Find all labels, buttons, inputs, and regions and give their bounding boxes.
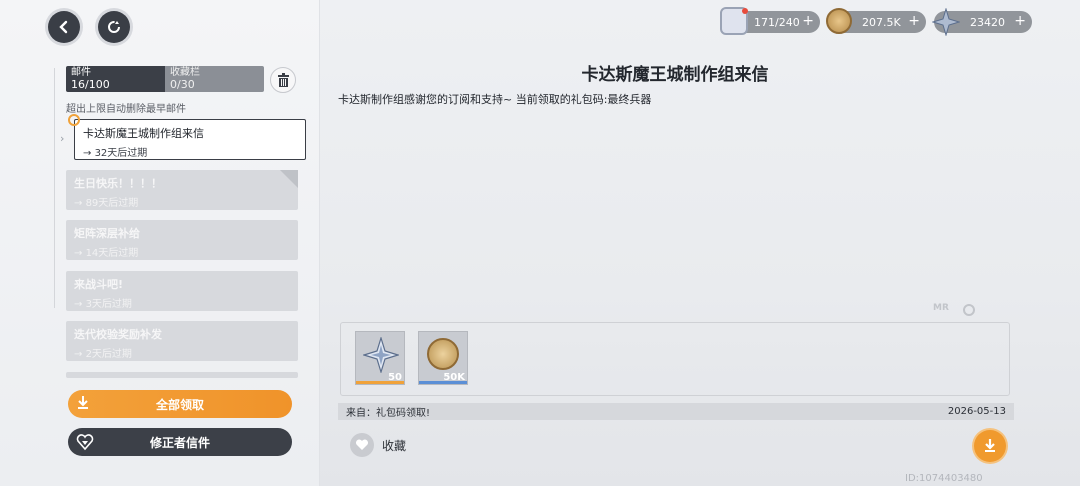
mail-item[interactable]: 矩阵深层补给 → 14天后过期 xyxy=(66,220,298,260)
corrector-letter-label: 修正者信件 xyxy=(149,435,210,450)
mail-item-expire-row: → 14天后过期 xyxy=(74,248,139,259)
list-rail xyxy=(54,68,55,308)
tab-mail-count: 16/100 xyxy=(71,78,110,91)
heart-icon-wrap xyxy=(350,433,374,457)
favorite-button[interactable]: 收藏 xyxy=(350,433,406,457)
gold-coin-icon xyxy=(427,338,459,370)
mail-title: 卡达斯魔王城制作组来信 xyxy=(581,65,769,85)
reward-item-gold[interactable]: 50K xyxy=(418,331,468,385)
mail-item-expire-row: → 32天后过期 xyxy=(83,148,148,159)
reward-item-crystal[interactable]: 50 xyxy=(355,331,405,385)
heart-icon xyxy=(355,439,369,450)
claim-all-label: 全部领取 xyxy=(155,397,204,412)
mail-item[interactable]: 生日快乐！！！！ → 89天后过期 xyxy=(66,170,298,210)
delete-button[interactable] xyxy=(270,67,296,93)
user-id: ID:1074403480 xyxy=(905,473,983,484)
refresh-icon xyxy=(108,21,120,33)
mail-item[interactable]: 迭代校验奖励补发 → 2天后过期 xyxy=(66,321,298,361)
download-icon xyxy=(985,439,995,452)
star-badge-icon xyxy=(280,170,298,188)
add-stamina-icon[interactable]: + xyxy=(802,13,814,29)
mail-item-expire: 3天后过期 xyxy=(85,299,132,310)
mail-from: 来自：礼包码领取! xyxy=(346,408,431,419)
mail-limit-hint: 超出上限自动删除最早邮件 xyxy=(66,104,186,115)
download-icon xyxy=(78,396,88,409)
mail-item-expire-row: → 2天后过期 xyxy=(74,349,132,360)
mail-item-expire: 32天后过期 xyxy=(94,148,148,159)
mail-item[interactable]: 来战斗吧! → 3天后过期 xyxy=(66,271,298,311)
gold-value: 207.5K xyxy=(862,15,901,29)
mail-item-expire-row: → 89天后过期 xyxy=(74,198,139,209)
corrector-letter-button[interactable]: 修正者信件 xyxy=(68,428,292,456)
gold-coin-icon xyxy=(826,8,852,34)
refresh-button[interactable] xyxy=(98,11,130,43)
attachment-clip-icon xyxy=(68,114,80,126)
mail-body: 卡达斯制作组感谢您的订阅和支持~ 当前领取的礼包码:最终兵器 xyxy=(338,93,652,106)
crystal-value: 23420 xyxy=(970,15,1005,29)
mail-item-expire: 2天后过期 xyxy=(85,349,132,360)
claim-button[interactable] xyxy=(974,430,1006,462)
back-arrow-icon xyxy=(59,20,68,34)
currency-gold[interactable]: 207.5K + xyxy=(826,8,926,34)
add-gold-icon[interactable]: + xyxy=(908,13,920,29)
watermark-logo: MR xyxy=(933,303,949,313)
currency-stamina[interactable]: 171/240 + xyxy=(720,7,820,35)
add-crystal-icon[interactable]: + xyxy=(1014,13,1026,29)
tab-favorites[interactable]: 收藏栏 0/30 xyxy=(165,66,264,92)
mail-item-title: 迭代校验奖励补发 xyxy=(74,328,162,341)
mail-date: 2026-05-13 xyxy=(947,406,1006,417)
alert-dot xyxy=(742,8,748,14)
mail-item[interactable]: 卡达斯魔王城制作组来信 → 32天后过期 xyxy=(74,119,306,160)
mail-item-title: 卡达斯魔王城制作组来信 xyxy=(83,127,204,140)
mail-item-title: 生日快乐！！！！ xyxy=(74,177,162,190)
tab-mail[interactable]: 邮件 16/100 xyxy=(66,66,165,92)
mail-from-bar: 来自：礼包码领取! 2026-05-13 xyxy=(338,403,1014,420)
watermark-logo-circle xyxy=(963,304,975,316)
mail-item-expire-row: → 3天后过期 xyxy=(74,299,132,310)
currency-crystal[interactable]: 23420 + xyxy=(932,8,1032,36)
selected-arrow-icon: › xyxy=(60,132,65,145)
mail-item-title: 来战斗吧! xyxy=(74,278,124,291)
tab-favorites-count: 0/30 xyxy=(170,78,195,91)
favorite-label: 收藏 xyxy=(382,438,407,453)
mail-item-title: 矩阵深层补给 xyxy=(74,227,140,240)
stamina-value: 171/240 xyxy=(754,15,800,29)
rarity-bar xyxy=(419,381,467,384)
crystal-star-icon xyxy=(932,8,960,36)
heart-shield-icon xyxy=(76,434,94,451)
mail-item[interactable] xyxy=(66,372,298,378)
claim-all-button[interactable]: 全部领取 xyxy=(68,390,292,418)
mail-item-expire: 14天后过期 xyxy=(85,248,139,259)
crystal-star-icon xyxy=(363,337,399,373)
rarity-bar xyxy=(356,381,404,384)
trash-icon xyxy=(277,73,289,87)
mail-item-expire: 89天后过期 xyxy=(85,198,139,209)
back-button[interactable] xyxy=(48,11,80,43)
mail-tabs: 邮件 16/100 收藏栏 0/30 xyxy=(66,66,264,92)
